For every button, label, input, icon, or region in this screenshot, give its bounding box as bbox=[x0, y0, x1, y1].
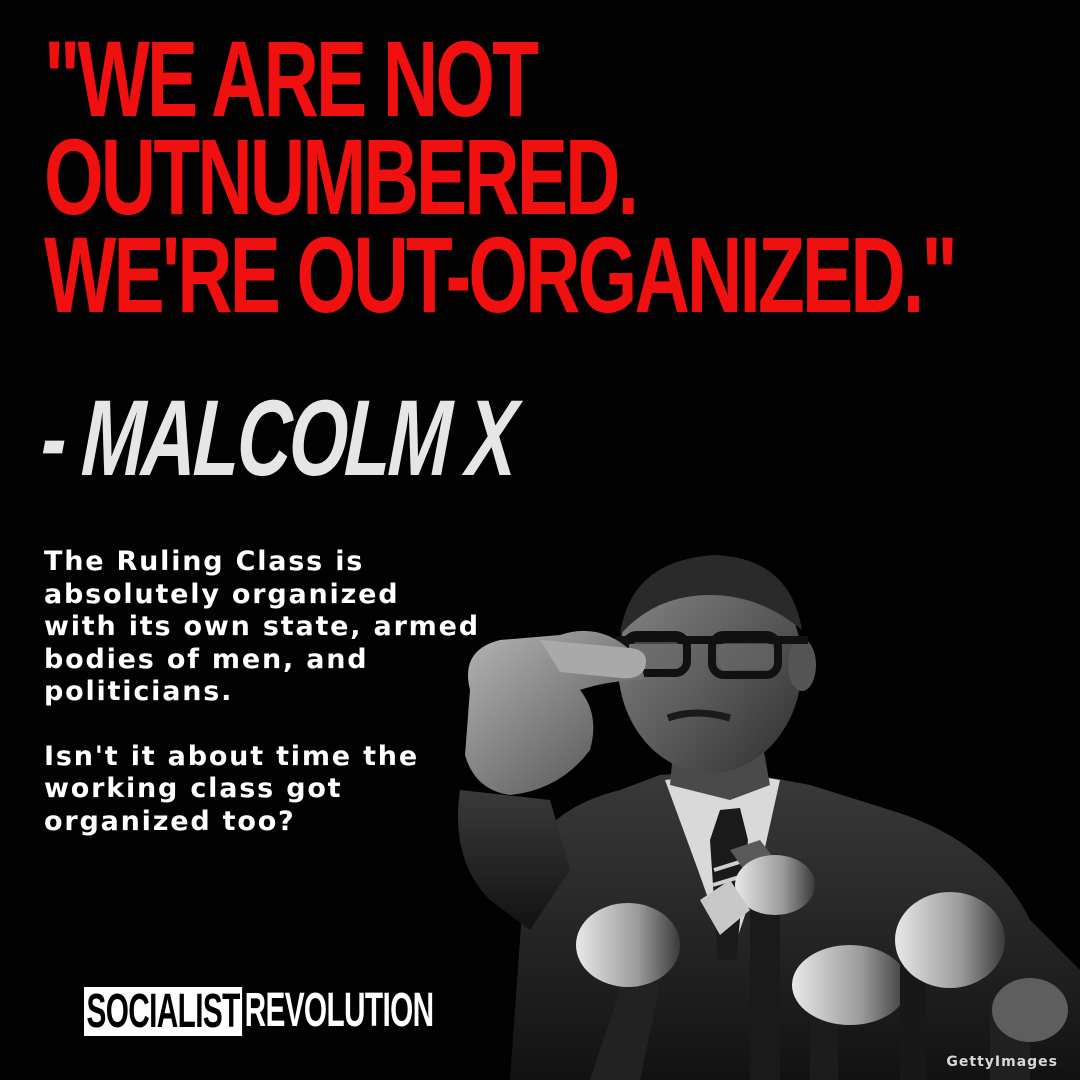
brand-word: REVOLUTION bbox=[244, 984, 435, 1037]
brand-boxed-word: SOCIALIST bbox=[84, 986, 243, 1036]
quote-attribution: - MALCOLM X bbox=[38, 377, 518, 498]
body-paragraph-2: Isn't it about time the working class go… bbox=[44, 740, 419, 837]
poster: "WE ARE NOT OUTNUMBERED. WE'RE OUT-ORGAN… bbox=[0, 0, 1080, 1080]
body-paragraph-1: The Ruling Class is absolutely organized… bbox=[44, 546, 480, 707]
photo-credit: GettyImages bbox=[946, 1054, 1058, 1070]
body-copy: The Ruling Class is absolutely organized… bbox=[44, 546, 484, 838]
quote-line-3: WE'RE OUT-ORGANIZED." bbox=[44, 214, 958, 335]
quote-line-2: OUTNUMBERED. bbox=[44, 116, 639, 237]
quote-headline: "WE ARE NOT OUTNUMBERED. WE'RE OUT-ORGAN… bbox=[44, 18, 1054, 335]
brand-logo: SOCIALIST REVOLUTION bbox=[84, 986, 648, 1036]
quote-line-1: "WE ARE NOT bbox=[44, 18, 539, 139]
